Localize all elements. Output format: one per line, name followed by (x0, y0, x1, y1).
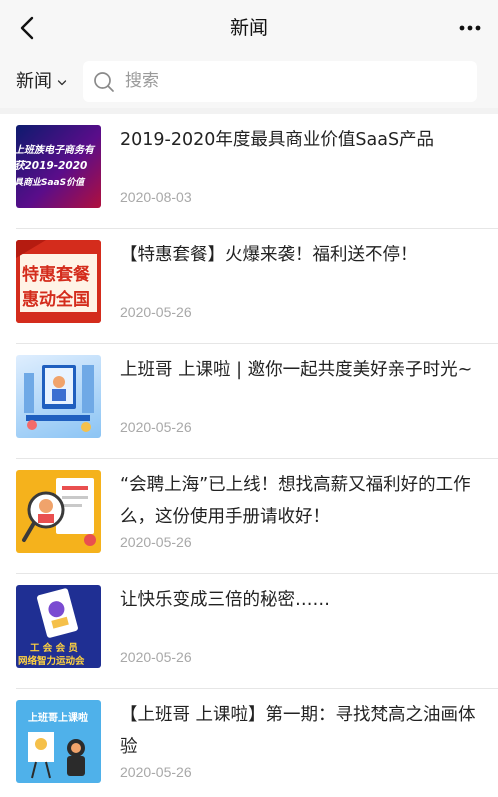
job-search-illustration (22, 478, 96, 546)
list-item[interactable]: “会聘上海”已上线！想找高薪又福利好的工作么，这份使用手册请收好！ 2020-0… (0, 459, 498, 574)
article-date: 2020-05-26 (120, 304, 192, 320)
article-date: 2020-05-26 (120, 419, 192, 435)
article-thumbnail (16, 470, 101, 553)
thumbnail-text: 工 会 会 员 (30, 643, 78, 654)
list-item[interactable]: 特惠套餐 惠动全国 【特惠套餐】火爆来袭！福利送不停！ 2020-05-26 (0, 229, 498, 344)
navigation-bar: 新闻 (0, 0, 498, 56)
article-title: 2019-2020年度最具商业价值SaaS产品 (120, 130, 435, 150)
article-thumbnail: 上班族电子商务有 获2019-2020 具商业SaaS价值 (16, 125, 101, 208)
list-item[interactable]: 上班族电子商务有 获2019-2020 具商业SaaS价值 2019-2020年… (0, 114, 498, 229)
thumbnail-text: 特惠套餐 (22, 265, 90, 285)
article-date: 2020-05-26 (120, 649, 192, 665)
thumbnail-text: 获2019-2020 (16, 160, 88, 172)
article-thumbnail: 上班哥上课啦 (16, 700, 101, 783)
thumbnail-text: 惠动全国 (22, 290, 90, 310)
article-title: 上班哥 上课啦 | 邀你一起共度美好亲子时光~ (120, 360, 473, 380)
category-filter-label: 新闻 (16, 71, 52, 92)
article-thumbnail: 特惠套餐 惠动全国 (16, 240, 101, 323)
search-bar-area: 新闻 搜索 (0, 56, 498, 108)
article-title: “会聘上海”已上线！想找高薪又福利好的工作么，这份使用手册请收好！ (120, 475, 471, 527)
article-title: 【上班哥 上课啦】第一期：寻找梵高之油画体验 (120, 705, 476, 757)
article-title: 【特惠套餐】火爆来袭！福利送不停！ (120, 245, 418, 265)
page-title: 新闻 (229, 17, 268, 39)
thumbnail-text: 网络智力运动会 (18, 656, 85, 667)
list-item[interactable]: 工 会 会 员 网络智力运动会 让快乐变成三倍的秘密…… 2020-05-26 (0, 574, 498, 689)
article-date: 2020-05-26 (120, 764, 192, 780)
online-class-illustration (24, 365, 94, 432)
article-title: 让快乐变成三倍的秘密…… (120, 590, 330, 610)
search-icon (94, 72, 114, 92)
list-item[interactable]: 上班哥上课啦 【上班哥 上课啦】第一期：寻找梵高之油画体验 2020-05-26 (0, 689, 498, 797)
painting-class-illustration (28, 732, 85, 779)
article-thumbnail (16, 355, 101, 438)
article-date: 2020-08-03 (120, 189, 192, 205)
category-filter[interactable]: 新闻 (16, 56, 67, 108)
article-date: 2020-05-26 (120, 534, 192, 550)
search-placeholder: 搜索 (125, 71, 159, 91)
search-input[interactable]: 搜索 (83, 61, 477, 102)
thumbnail-text: 具商业SaaS价值 (16, 178, 85, 188)
chevron-down-icon (57, 80, 67, 86)
list-item[interactable]: 上班哥 上课啦 | 邀你一起共度美好亲子时光~ 2020-05-26 (0, 344, 498, 459)
more-options-icon[interactable] (458, 18, 482, 38)
thumbnail-text: 上班族电子商务有 (16, 145, 94, 156)
article-thumbnail: 工 会 会 员 网络智力运动会 (16, 585, 101, 668)
